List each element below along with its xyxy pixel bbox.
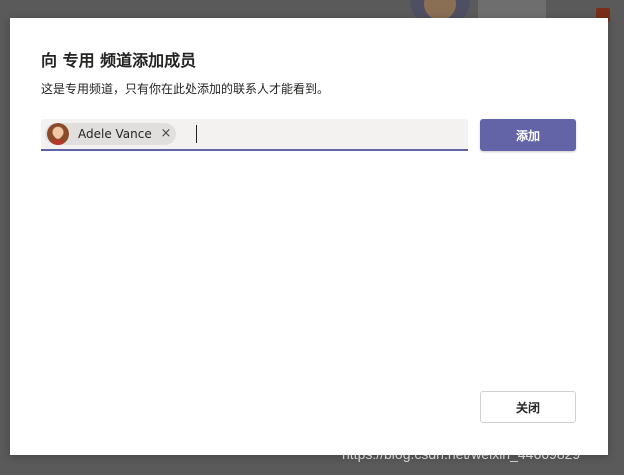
close-icon[interactable]: × — [159, 126, 173, 142]
dialog-title: 向 专用 频道添加成员 — [41, 51, 197, 70]
people-picker[interactable]: Adele Vance × — [41, 119, 468, 151]
close-button[interactable]: 关闭 — [480, 391, 576, 423]
dialog-subtitle: 这是专用频道，只有你在此处添加的联系人才能看到。 — [41, 82, 330, 96]
background-element — [478, 0, 546, 20]
search-input[interactable] — [195, 123, 455, 145]
selected-person-chip: Adele Vance × — [45, 123, 176, 145]
avatar — [47, 123, 69, 145]
selected-person-name: Adele Vance — [78, 127, 152, 141]
watermark-text: https://blog.csdn.net/weixin_44669829 — [342, 446, 581, 462]
add-members-dialog: 向 专用 频道添加成员 这是专用频道，只有你在此处添加的联系人才能看到。 Ade… — [10, 18, 608, 455]
text-caret — [196, 125, 197, 143]
add-button[interactable]: 添加 — [480, 119, 576, 151]
